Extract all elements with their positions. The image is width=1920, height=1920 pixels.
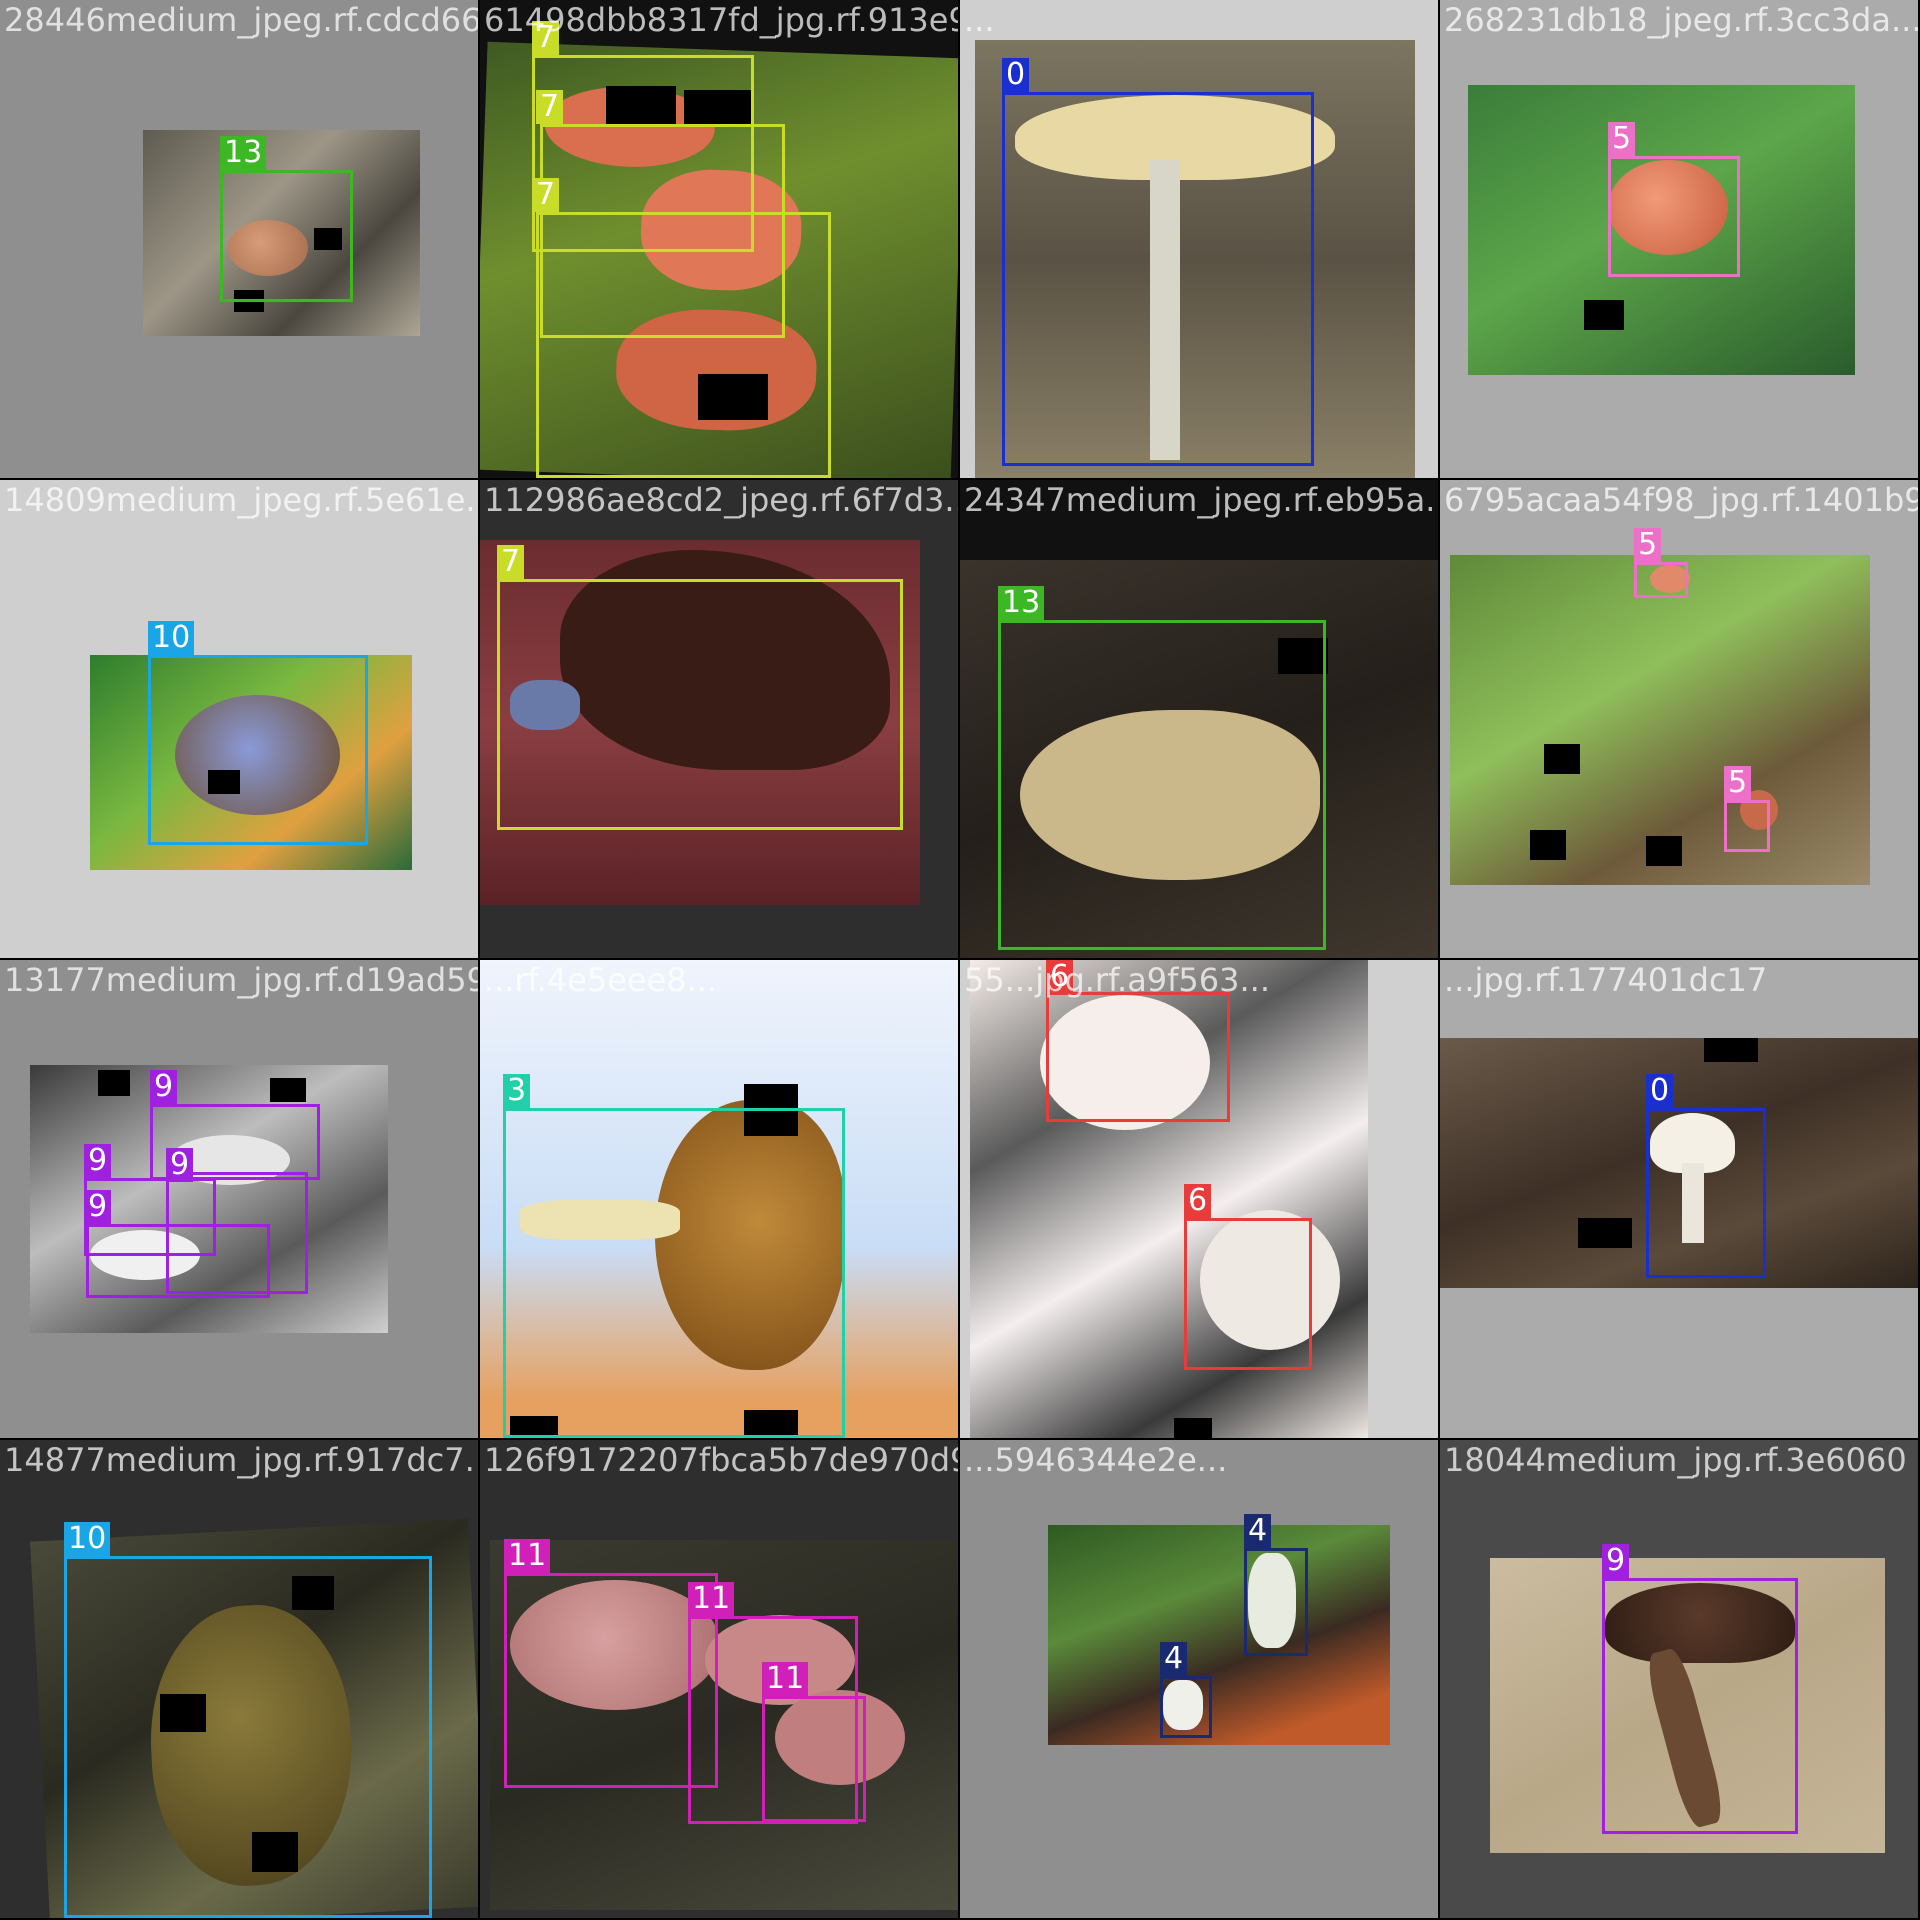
bounding-box: [1634, 562, 1688, 598]
class-label: 5: [1634, 528, 1662, 562]
mosaic-tile: 6 6 55...jpg.rf.a9f563...: [960, 960, 1438, 1438]
bounding-box: [1646, 1108, 1766, 1278]
mosaic-tile: 9 18044medium_jpg.rf.3e6060: [1440, 1440, 1918, 1918]
class-label: 4: [1244, 1514, 1272, 1548]
class-label: 13: [998, 586, 1045, 620]
class-label: 11: [762, 1662, 809, 1696]
class-label: 7: [532, 178, 560, 212]
class-label: 7: [497, 545, 525, 579]
class-label: 5: [1608, 122, 1636, 156]
class-label: 13: [220, 136, 267, 170]
class-label: 9: [166, 1148, 194, 1182]
mosaic-tile: 10 14877medium_jpg.rf.917dc7...: [0, 1440, 478, 1918]
class-label: 10: [64, 1522, 111, 1556]
mosaic-tile: 13 24347medium_jpeg.rf.eb95a...: [960, 480, 1438, 958]
class-label: 6: [1046, 960, 1074, 994]
bounding-box: [1160, 1676, 1212, 1738]
mosaic-tile: 9 9 9 9 13177medium_jpg.rf.d19ad59...: [0, 960, 478, 1438]
class-label: 9: [84, 1144, 112, 1178]
class-label: 9: [1602, 1544, 1630, 1578]
class-label: 7: [532, 21, 560, 55]
class-label: 10: [148, 621, 195, 655]
bounding-box: [503, 1108, 845, 1438]
class-label: 4: [1160, 1642, 1188, 1676]
bounding-box: [1184, 1218, 1312, 1370]
bounding-box: [1244, 1548, 1308, 1656]
class-label: 0: [1002, 58, 1030, 92]
mosaic-tile: 4 4 ...5946344e2e...: [960, 1440, 1438, 1918]
bounding-box: [1608, 156, 1740, 277]
detection-mosaic: 13 28446medium_jpeg.rf.cdcd66a... 7 7 7 …: [0, 0, 1920, 1920]
bounding-box: [762, 1696, 866, 1822]
class-label: 0: [1646, 1074, 1674, 1108]
bounding-box: [220, 170, 353, 302]
mushroom-photo: [1048, 1525, 1390, 1745]
mosaic-tile: 13 28446medium_jpeg.rf.cdcd66a...: [0, 0, 478, 478]
class-label: 3: [503, 1074, 531, 1108]
class-label: 11: [688, 1582, 735, 1616]
mosaic-tile: 5 268231db18_jpeg.rf.3cc3da...: [1440, 0, 1918, 478]
bounding-box: [998, 620, 1326, 950]
mosaic-tile: 10 14809medium_jpeg.rf.5e61e...: [0, 480, 478, 958]
class-label: 9: [150, 1070, 178, 1104]
bounding-box: [1046, 992, 1230, 1122]
bounding-box: [536, 212, 831, 478]
bounding-box: [1002, 92, 1314, 466]
class-label: 9: [84, 1190, 112, 1224]
mosaic-tile: 3 ...rf.4e5eee8...: [480, 960, 958, 1438]
bounding-box: [86, 1224, 270, 1298]
mosaic-tile: 0 ...jpg.rf.177401dc17: [1440, 960, 1918, 1438]
class-label: 5: [1724, 766, 1752, 800]
class-label: 11: [504, 1539, 551, 1573]
bounding-box: [64, 1556, 432, 1918]
class-label: 6: [1184, 1184, 1212, 1218]
mosaic-tile: 11 11 11 126f9172207fbca5b7de970d9...: [480, 1440, 958, 1918]
mosaic-tile: 7 7 7 61498dbb8317fd_jpg.rf.913e9c...: [480, 0, 958, 478]
bounding-box: [1602, 1578, 1798, 1834]
mosaic-tile: 5 5 6795acaa54f98_jpg.rf.1401b91...: [1440, 480, 1918, 958]
mosaic-tile: 7 112986ae8cd2_jpeg.rf.6f7d3...: [480, 480, 958, 958]
mosaic-tile: 0 ...: [960, 0, 1438, 478]
bounding-box: [497, 579, 903, 830]
bounding-box: [148, 655, 368, 845]
class-label: 7: [536, 90, 564, 124]
bounding-box: [504, 1573, 718, 1788]
bounding-box: [1724, 800, 1770, 852]
